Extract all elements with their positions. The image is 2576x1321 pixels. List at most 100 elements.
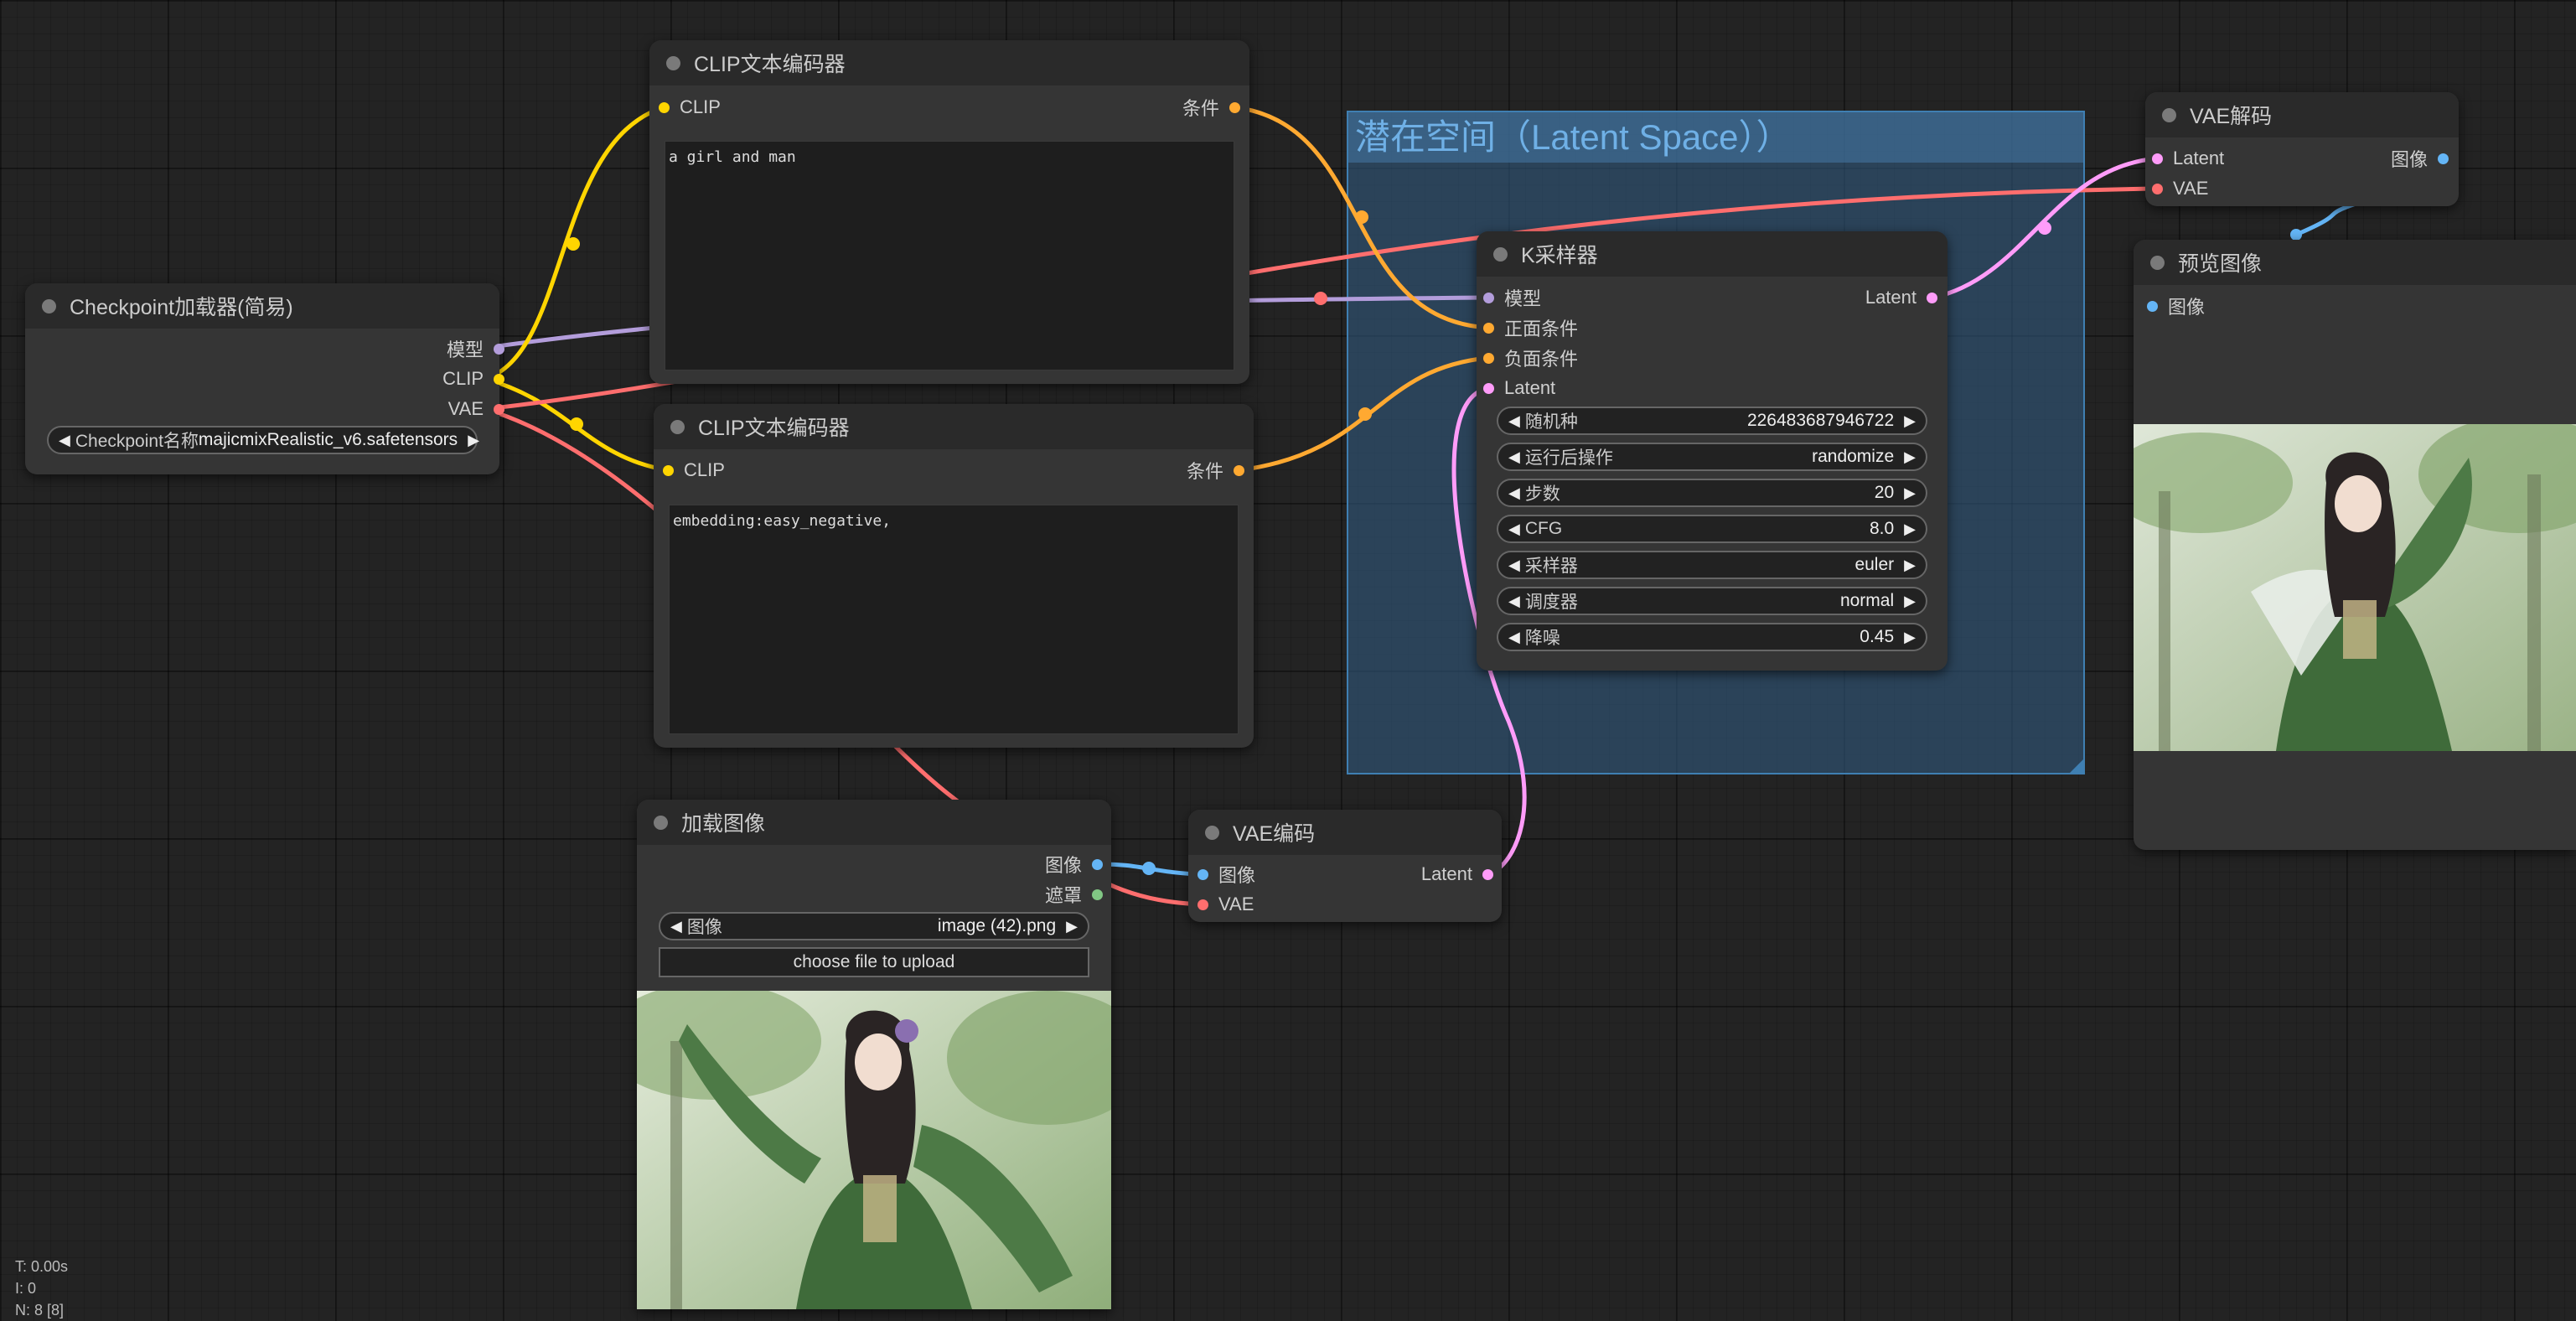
scheduler-widget[interactable]: ◀ 调度器 normal ▶ — [1497, 587, 1927, 615]
negative-prompt-textarea[interactable]: embedding:easy_negative, — [669, 505, 1239, 734]
input-pin-icon[interactable] — [2152, 153, 2163, 164]
arrow-left-icon[interactable]: ◀ — [59, 432, 70, 449]
loaded-image-preview[interactable] — [637, 991, 1111, 1309]
output-pin-icon[interactable] — [1092, 858, 1103, 870]
denoise-widget[interactable]: ◀ 降噪 0.45 ▶ — [1497, 623, 1927, 651]
image-select[interactable]: ◀ 图像 image (42).png ▶ — [659, 912, 1089, 940]
arrow-right-icon[interactable]: ▶ — [1904, 412, 1916, 430]
link-clip-positive-midpoint[interactable] — [566, 237, 580, 251]
output-model[interactable]: 模型 — [290, 334, 504, 364]
node-status-dot-icon[interactable] — [1493, 246, 1508, 262]
arrow-right-icon[interactable]: ▶ — [1904, 448, 1916, 466]
output-pin-icon[interactable] — [494, 343, 504, 355]
arrow-left-icon[interactable]: ◀ — [1508, 593, 1520, 610]
node-title-bar[interactable]: 预览图像 — [2134, 240, 2576, 285]
arrow-left-icon[interactable]: ◀ — [1508, 557, 1520, 574]
group-resize-handle[interactable] — [2070, 759, 2083, 773]
cfg-widget[interactable]: ◀ CFG 8.0 ▶ — [1497, 515, 1927, 543]
node-clip-text-positive[interactable]: CLIP文本编码器 CLIP 条件 a girl and man — [649, 40, 1249, 384]
node-clip-text-negative[interactable]: CLIP文本编码器 CLIP 条件 embedding:easy_negativ… — [654, 404, 1254, 748]
output-latent[interactable]: Latent — [1738, 282, 1948, 313]
arrow-right-icon[interactable]: ▶ — [1904, 629, 1916, 646]
output-image[interactable]: 图像 — [944, 849, 1111, 879]
link-image-preview[interactable] — [2295, 199, 2364, 237]
output-pin-icon[interactable] — [1092, 888, 1103, 900]
input-pin-icon[interactable] — [1483, 382, 1494, 394]
input-latent[interactable]: Latent — [1477, 373, 1686, 403]
output-pin-icon[interactable] — [2438, 153, 2449, 164]
node-status-dot-icon[interactable] — [2150, 255, 2165, 270]
output-clip[interactable]: CLIP — [290, 364, 504, 394]
node-status-dot-icon[interactable] — [2162, 107, 2176, 122]
arrow-left-icon[interactable]: ◀ — [1508, 448, 1520, 466]
link-vae-decode-midpoint[interactable] — [1314, 292, 1327, 305]
steps-widget[interactable]: ◀ 步数 20 ▶ — [1497, 479, 1927, 507]
control-after-generate-widget[interactable]: ◀ 运行后操作 randomize ▶ — [1497, 443, 1927, 471]
node-checkpoint-loader[interactable]: Checkpoint加载器(简易) 模型 CLIP VAE ◀ Checkpoi… — [25, 283, 504, 474]
preview-image-output[interactable] — [2134, 424, 2576, 751]
input-pin-icon[interactable] — [1197, 899, 1208, 910]
node-title-bar[interactable]: K采样器 — [1477, 231, 1948, 277]
arrow-right-icon[interactable]: ▶ — [1066, 918, 1078, 935]
input-pin-icon[interactable] — [659, 101, 670, 113]
arrow-right-icon[interactable]: ▶ — [1904, 484, 1916, 502]
output-latent[interactable]: Latent — [1334, 859, 1502, 889]
output-pin-icon[interactable] — [494, 403, 504, 415]
input-negative[interactable]: 负面条件 — [1477, 343, 1686, 373]
sampler-widget[interactable]: ◀ 采样器 euler ▶ — [1497, 551, 1927, 579]
input-pin-icon[interactable] — [1483, 352, 1494, 364]
link-image-encode[interactable] — [1097, 862, 1203, 877]
output-pin-icon[interactable] — [1234, 464, 1244, 476]
arrow-left-icon[interactable]: ◀ — [670, 918, 682, 935]
input-image[interactable]: 图像 — [2134, 291, 2301, 321]
node-vae-encode[interactable]: VAE编码 图像 VAE Latent — [1188, 810, 1502, 922]
node-title-bar[interactable]: CLIP文本编码器 — [654, 404, 1254, 449]
output-conditioning[interactable]: 条件 — [1044, 455, 1254, 485]
output-pin-icon[interactable] — [1229, 101, 1240, 113]
input-positive[interactable]: 正面条件 — [1477, 313, 1686, 343]
input-vae[interactable]: VAE — [2145, 174, 2313, 204]
output-pin-icon[interactable] — [1482, 868, 1493, 880]
link-clip-negative-midpoint[interactable] — [570, 417, 583, 431]
arrow-right-icon[interactable]: ▶ — [468, 432, 479, 449]
arrow-left-icon[interactable]: ◀ — [1508, 629, 1520, 646]
node-status-dot-icon[interactable] — [666, 55, 680, 70]
input-clip[interactable]: CLIP — [649, 92, 859, 122]
link-image-encode-midpoint[interactable] — [1142, 862, 1156, 875]
node-title-bar[interactable]: VAE编码 — [1188, 810, 1502, 855]
group-title[interactable]: 潜在空间（Latent Space）） — [1348, 112, 2083, 163]
input-pin-icon[interactable] — [1483, 322, 1494, 334]
node-load-image[interactable]: 加载图像 图像 遮罩 ◀ 图像 image (42).png ▶ choose … — [637, 800, 1111, 1309]
input-pin-icon[interactable] — [1483, 292, 1494, 303]
output-vae[interactable]: VAE — [290, 394, 504, 424]
checkpoint-select[interactable]: ◀ Checkpoint名称 majicmixRealistic_v6.safe… — [47, 426, 479, 454]
input-model[interactable]: 模型 — [1477, 282, 1686, 313]
node-status-dot-icon[interactable] — [654, 815, 668, 830]
link-clip-negative[interactable] — [484, 376, 669, 473]
link-mask-encode[interactable] — [1098, 894, 1203, 904]
node-ksampler[interactable]: K采样器 模型 正面条件 负面条件 Latent Latent ◀ 随机种 22… — [1477, 231, 1948, 671]
input-image[interactable]: 图像 — [1188, 859, 1356, 889]
output-pin-icon[interactable] — [1927, 292, 1937, 303]
upload-button[interactable]: choose file to upload — [659, 947, 1089, 977]
node-status-dot-icon[interactable] — [42, 298, 56, 313]
node-title-bar[interactable]: Checkpoint加载器(简易) — [25, 283, 499, 329]
arrow-right-icon[interactable]: ▶ — [1904, 521, 1916, 538]
output-mask[interactable]: 遮罩 — [944, 879, 1111, 909]
node-preview-image[interactable]: 预览图像 图像 — [2134, 240, 2576, 850]
output-conditioning[interactable]: 条件 — [1040, 92, 1249, 122]
arrow-left-icon[interactable]: ◀ — [1508, 412, 1520, 430]
node-title-bar[interactable]: VAE解码 — [2145, 92, 2459, 137]
node-vae-decode[interactable]: VAE解码 Latent VAE 图像 — [2145, 92, 2459, 206]
link-clip-positive[interactable] — [484, 105, 665, 381]
arrow-left-icon[interactable]: ◀ — [1508, 484, 1520, 502]
arrow-right-icon[interactable]: ▶ — [1904, 593, 1916, 610]
positive-prompt-textarea[interactable]: a girl and man — [665, 141, 1234, 370]
link-image-preview-midpoint[interactable] — [2290, 229, 2302, 241]
arrow-left-icon[interactable]: ◀ — [1508, 521, 1520, 538]
node-title-bar[interactable]: 加载图像 — [637, 800, 1111, 845]
input-pin-icon[interactable] — [2147, 300, 2158, 312]
input-pin-icon[interactable] — [2152, 183, 2163, 194]
input-pin-icon[interactable] — [1197, 868, 1208, 880]
output-pin-icon[interactable] — [494, 373, 504, 385]
